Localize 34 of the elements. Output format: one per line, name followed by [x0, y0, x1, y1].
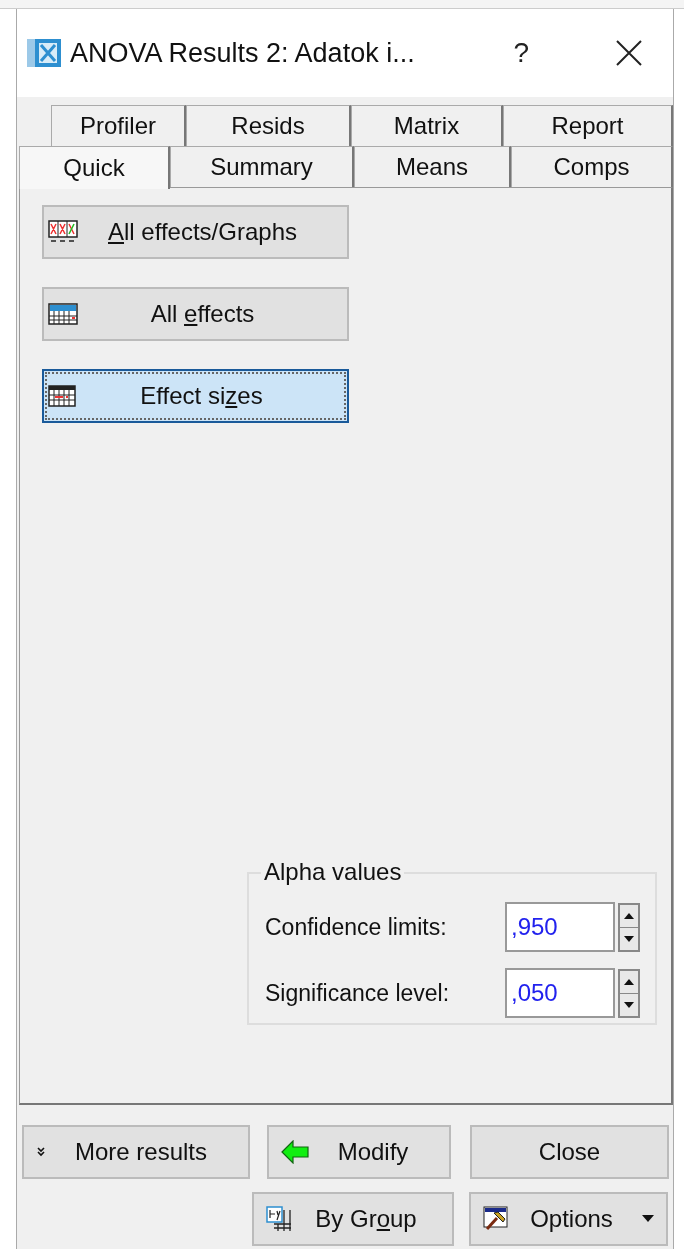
tab[interactable]: Means	[354, 146, 511, 187]
tab[interactable]: Profiler	[51, 105, 186, 146]
graph-panels-icon	[48, 220, 78, 244]
spinner[interactable]	[618, 902, 640, 952]
grid-icon	[48, 385, 76, 407]
help-button[interactable]: ?	[513, 37, 529, 69]
field-label: Confidence limits:	[265, 913, 448, 941]
footer-button[interactable]: Modify	[267, 1125, 451, 1179]
action-button[interactable]: All effects/Graphs	[42, 205, 349, 259]
app-icon	[26, 37, 62, 69]
double-chevron-down-icon	[36, 1147, 46, 1157]
field-label: Significance level:	[265, 979, 451, 1007]
action-button[interactable]: All effects	[42, 287, 349, 341]
tab[interactable]: Resids	[186, 105, 351, 146]
footer-button[interactable]: More results	[22, 1125, 250, 1179]
tab[interactable]: Summary	[170, 146, 354, 187]
arrow-left-icon	[281, 1140, 309, 1164]
tab[interactable]: Comps	[511, 146, 673, 187]
close-icon[interactable]	[615, 39, 643, 67]
input-field[interactable]: ,050	[505, 968, 615, 1018]
caret-icon	[642, 1215, 654, 1223]
input-field[interactable]: ,950	[505, 902, 615, 952]
by-group-icon	[266, 1206, 292, 1232]
window-title: ANOVA Results 2: Adatok i...	[70, 37, 415, 69]
action-button[interactable]: Effect sizes	[42, 369, 349, 423]
footer-button[interactable]: By Group	[252, 1192, 454, 1246]
tab[interactable]: Report	[503, 105, 673, 146]
hammer-icon	[483, 1206, 509, 1232]
spinner[interactable]	[618, 968, 640, 1018]
tab[interactable]: Quick	[19, 146, 170, 189]
footer-button[interactable]: Close	[470, 1125, 669, 1179]
table-icon	[48, 303, 78, 325]
footer-button[interactable]: Options	[469, 1192, 668, 1246]
tab[interactable]: Matrix	[351, 105, 503, 146]
